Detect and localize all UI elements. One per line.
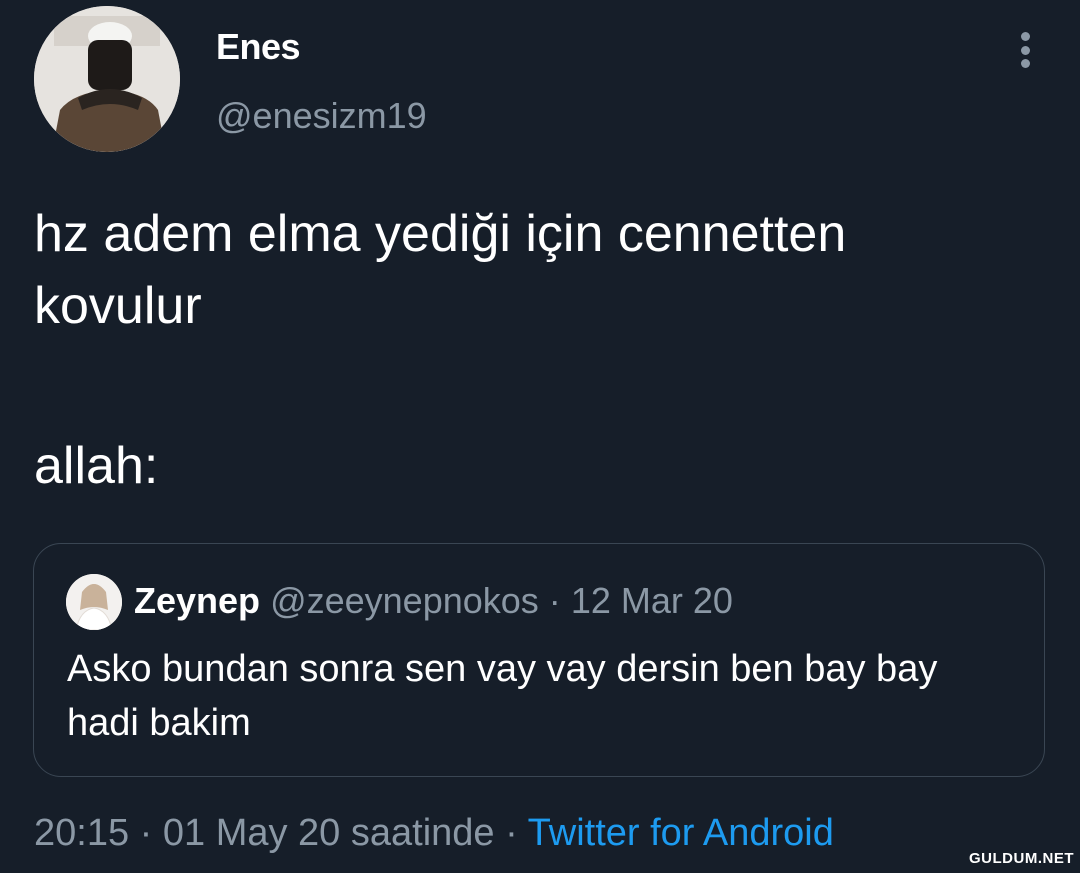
quoted-tweet-card[interactable]: Zeynep @zeeynepnokos · 12 Mar 20 Asko bu… [33, 543, 1045, 777]
tweet-line: kovulur [34, 277, 202, 335]
tweet-text: hz adem elma yediği için cennetten kovul… [34, 198, 1034, 502]
profile-photo-icon [34, 6, 180, 152]
tweet-line: allah: [34, 437, 159, 495]
separator: · [139, 812, 153, 854]
separator: · [505, 812, 518, 854]
quoted-tweet-date: 12 Mar 20 [570, 580, 733, 621]
more-dot-icon [1020, 59, 1030, 68]
more-options-button[interactable] [1008, 28, 1042, 72]
quoted-author-handle: @zeeynepnokos [270, 580, 539, 621]
quoted-author-name: Zeynep [134, 580, 261, 621]
quoted-tweet-text: Asko bundan sonra sen vay vay dersin ben… [67, 642, 1027, 750]
watermark: GULDUM.NET [969, 850, 1074, 867]
tweet-line: hz adem elma yediği için cennetten [34, 205, 847, 263]
author-avatar[interactable] [34, 6, 180, 152]
profile-photo-icon [66, 574, 122, 630]
author-handle[interactable]: @enesizm19 [216, 95, 427, 137]
quoted-tweet-header: Zeynep @zeeynepnokos · 12 Mar 20 [134, 580, 733, 622]
quoted-tweet-line: Asko bundan sonra sen vay vay dersin ben… [67, 648, 938, 690]
quoted-tweet-line: hadi bakim [67, 702, 251, 744]
more-dot-icon [1020, 45, 1030, 55]
tweet-source-link[interactable]: Twitter for Android [528, 812, 834, 854]
tweet-date[interactable]: 01 May 20 saatinde [163, 812, 495, 854]
quoted-author-avatar [66, 574, 122, 630]
tweet-screen: Enes @enesizm19 hz adem elma yediği için… [0, 0, 1080, 873]
separator: · [548, 580, 561, 621]
tweet-time[interactable]: 20:15 [34, 812, 129, 854]
more-dot-icon [1020, 32, 1030, 41]
author-name[interactable]: Enes [216, 26, 301, 68]
tweet-metadata: 20:15 · 01 May 20 saatinde · Twitter for… [34, 812, 834, 855]
